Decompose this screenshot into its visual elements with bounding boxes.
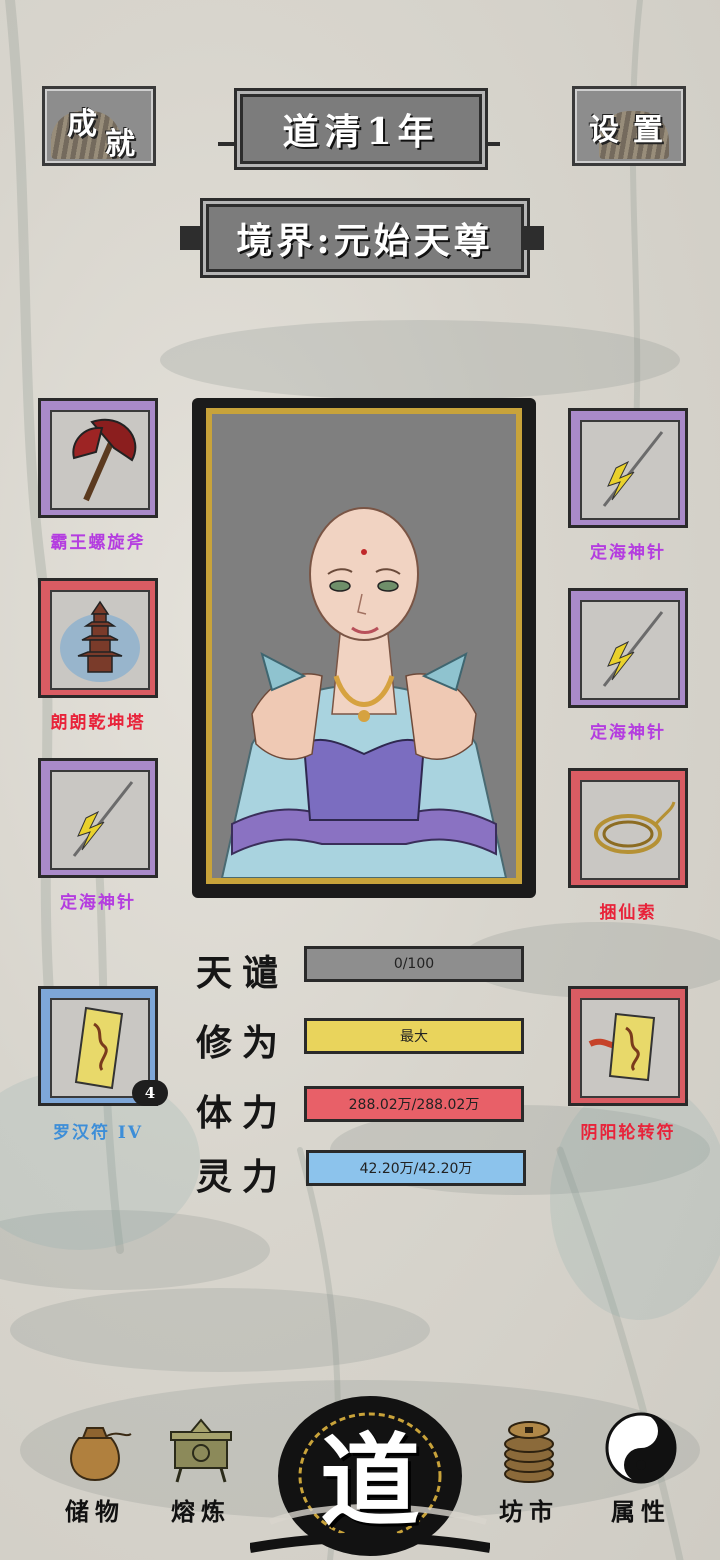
nav-attributes[interactable]: 属性 bbox=[586, 1408, 696, 1527]
lightning-spear-icon bbox=[602, 611, 664, 687]
realm-banner-tab-left bbox=[180, 226, 202, 250]
stat-bar-stamina: 288.02万/288.02万 bbox=[304, 1086, 524, 1122]
lightning-spear-icon bbox=[72, 781, 134, 857]
realm-text: 境界:元始天尊 bbox=[236, 220, 494, 262]
coins-icon bbox=[504, 1421, 554, 1483]
nav-market[interactable]: 坊市 bbox=[474, 1408, 584, 1527]
stat-value: 0/100 bbox=[393, 956, 435, 972]
stat-label-spirit: 灵力 bbox=[196, 1156, 289, 1198]
equip-slot-right-1[interactable] bbox=[568, 408, 688, 528]
item-count-badge: 4 bbox=[132, 1080, 168, 1106]
equip-slot-left-2[interactable] bbox=[38, 578, 158, 698]
nav-storage[interactable]: 储物 bbox=[40, 1408, 150, 1527]
stat-bar-spirit: 42.20万/42.20万 bbox=[306, 1150, 526, 1186]
stat-value: 42.20万/42.20万 bbox=[359, 1161, 473, 1177]
yin-yang-icon bbox=[605, 1412, 677, 1484]
character-portrait[interactable] bbox=[212, 414, 516, 878]
achievements-button[interactable]: 成 就 bbox=[42, 86, 156, 166]
talisman-icon bbox=[588, 1012, 656, 1082]
slot-label-right-3: 捆仙索 bbox=[599, 903, 657, 923]
achievements-label-1: 成 bbox=[67, 107, 97, 142]
achievements-label-2: 就 bbox=[105, 127, 135, 162]
nav-forge-label: 熔炼 bbox=[171, 1497, 231, 1526]
lightning-spear-icon bbox=[602, 431, 664, 507]
pouch-icon bbox=[70, 1427, 132, 1482]
pagoda-icon bbox=[60, 600, 140, 682]
slot-label-left-1: 霸王螺旋斧 bbox=[50, 533, 146, 553]
stat-label-stamina: 体力 bbox=[196, 1092, 289, 1134]
character-avatar bbox=[220, 507, 508, 878]
nav-dao-center[interactable]: 道 bbox=[250, 1372, 490, 1560]
equip-slot-right-2[interactable] bbox=[568, 588, 688, 708]
equip-slot-left-1[interactable] bbox=[38, 398, 158, 518]
cauldron-icon bbox=[170, 1418, 232, 1483]
settings-label: 设置 bbox=[589, 113, 677, 148]
year-title: 道清1年 bbox=[282, 111, 440, 153]
stat-bar-cultivation: 最大 bbox=[304, 1018, 524, 1054]
equip-slot-right-3[interactable] bbox=[568, 768, 688, 888]
battle-axe-icon bbox=[72, 419, 137, 502]
slot-label-right-1: 定海神针 bbox=[590, 543, 666, 563]
slot-label-right-4: 阴阳轮转符 bbox=[580, 1123, 676, 1143]
realm-banner-tab-right bbox=[522, 226, 544, 250]
stat-label-cultivation: 修为 bbox=[196, 1022, 289, 1064]
slot-label-left-3: 定海神针 bbox=[60, 893, 136, 913]
nav-market-label: 坊市 bbox=[499, 1497, 559, 1526]
nav-attributes-label: 属性 bbox=[611, 1497, 671, 1526]
stat-label-divine-punishment: 天谴 bbox=[196, 952, 289, 994]
slot-label-left-4: 罗汉符 IV bbox=[52, 1123, 144, 1143]
talisman-icon bbox=[74, 1006, 124, 1090]
settings-button[interactable]: 设置 bbox=[572, 86, 686, 166]
slot-label-left-2: 朗朗乾坤塔 bbox=[50, 713, 146, 733]
slot-label-right-2: 定海神针 bbox=[590, 723, 666, 743]
stat-value: 最大 bbox=[400, 1029, 428, 1045]
nav-dao-label: 道 bbox=[320, 1422, 420, 1540]
nav-storage-label: 储物 bbox=[65, 1497, 125, 1526]
nav-forge[interactable]: 熔炼 bbox=[146, 1408, 256, 1527]
equip-slot-right-4[interactable] bbox=[568, 986, 688, 1106]
stat-bar-divine-punishment: 0/100 bbox=[304, 946, 524, 982]
stat-value: 288.02万/288.02万 bbox=[348, 1097, 480, 1113]
realm-banner: 境界:元始天尊 bbox=[200, 198, 530, 278]
title-banner: 道清1年 bbox=[234, 88, 488, 170]
rope-icon bbox=[594, 801, 676, 854]
equip-slot-left-3[interactable] bbox=[38, 758, 158, 878]
